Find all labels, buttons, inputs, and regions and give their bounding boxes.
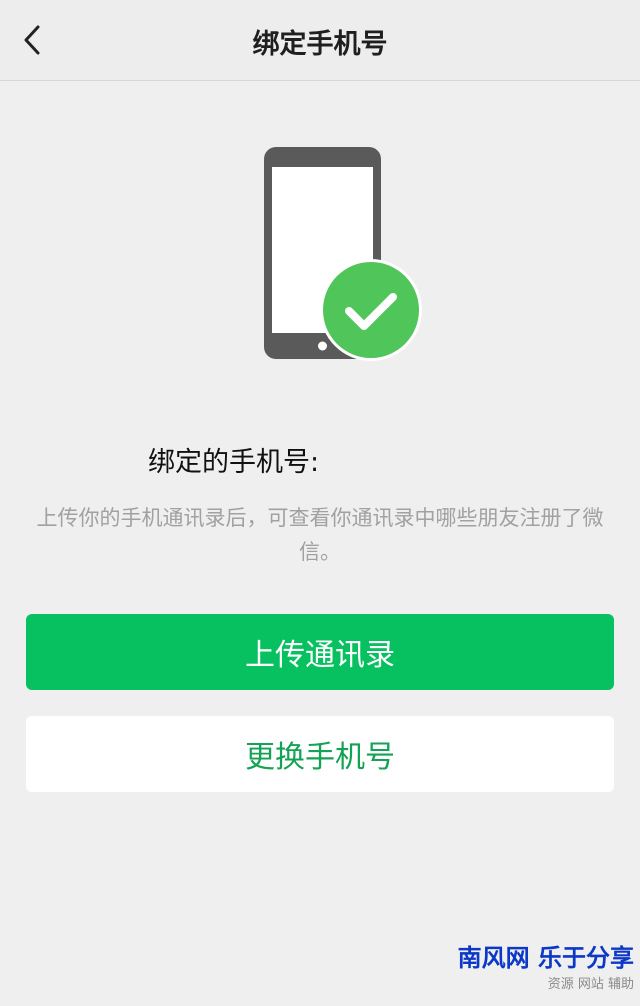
check-circle-icon [320,259,422,361]
phone-illustration [255,145,425,365]
upload-description: 上传你的手机通讯录后，可查看你通讯录中哪些朋友注册了微信。 [36,506,604,564]
navbar: 绑定手机号 [0,0,640,81]
watermark-sub: 资源 网站 辅助 [547,977,634,992]
watermark: 南风网 乐于分享 资源 网站 辅助 [424,938,634,998]
watermark-brand: 南风网 乐于分享 [457,944,634,972]
bound-phone-label: 绑定的手机号: [148,447,320,478]
upload-contacts-button[interactable]: 上传通讯录 [26,614,614,690]
page-title: 绑定手机号 [252,29,388,60]
change-phone-button[interactable]: 更换手机号 [26,716,614,792]
